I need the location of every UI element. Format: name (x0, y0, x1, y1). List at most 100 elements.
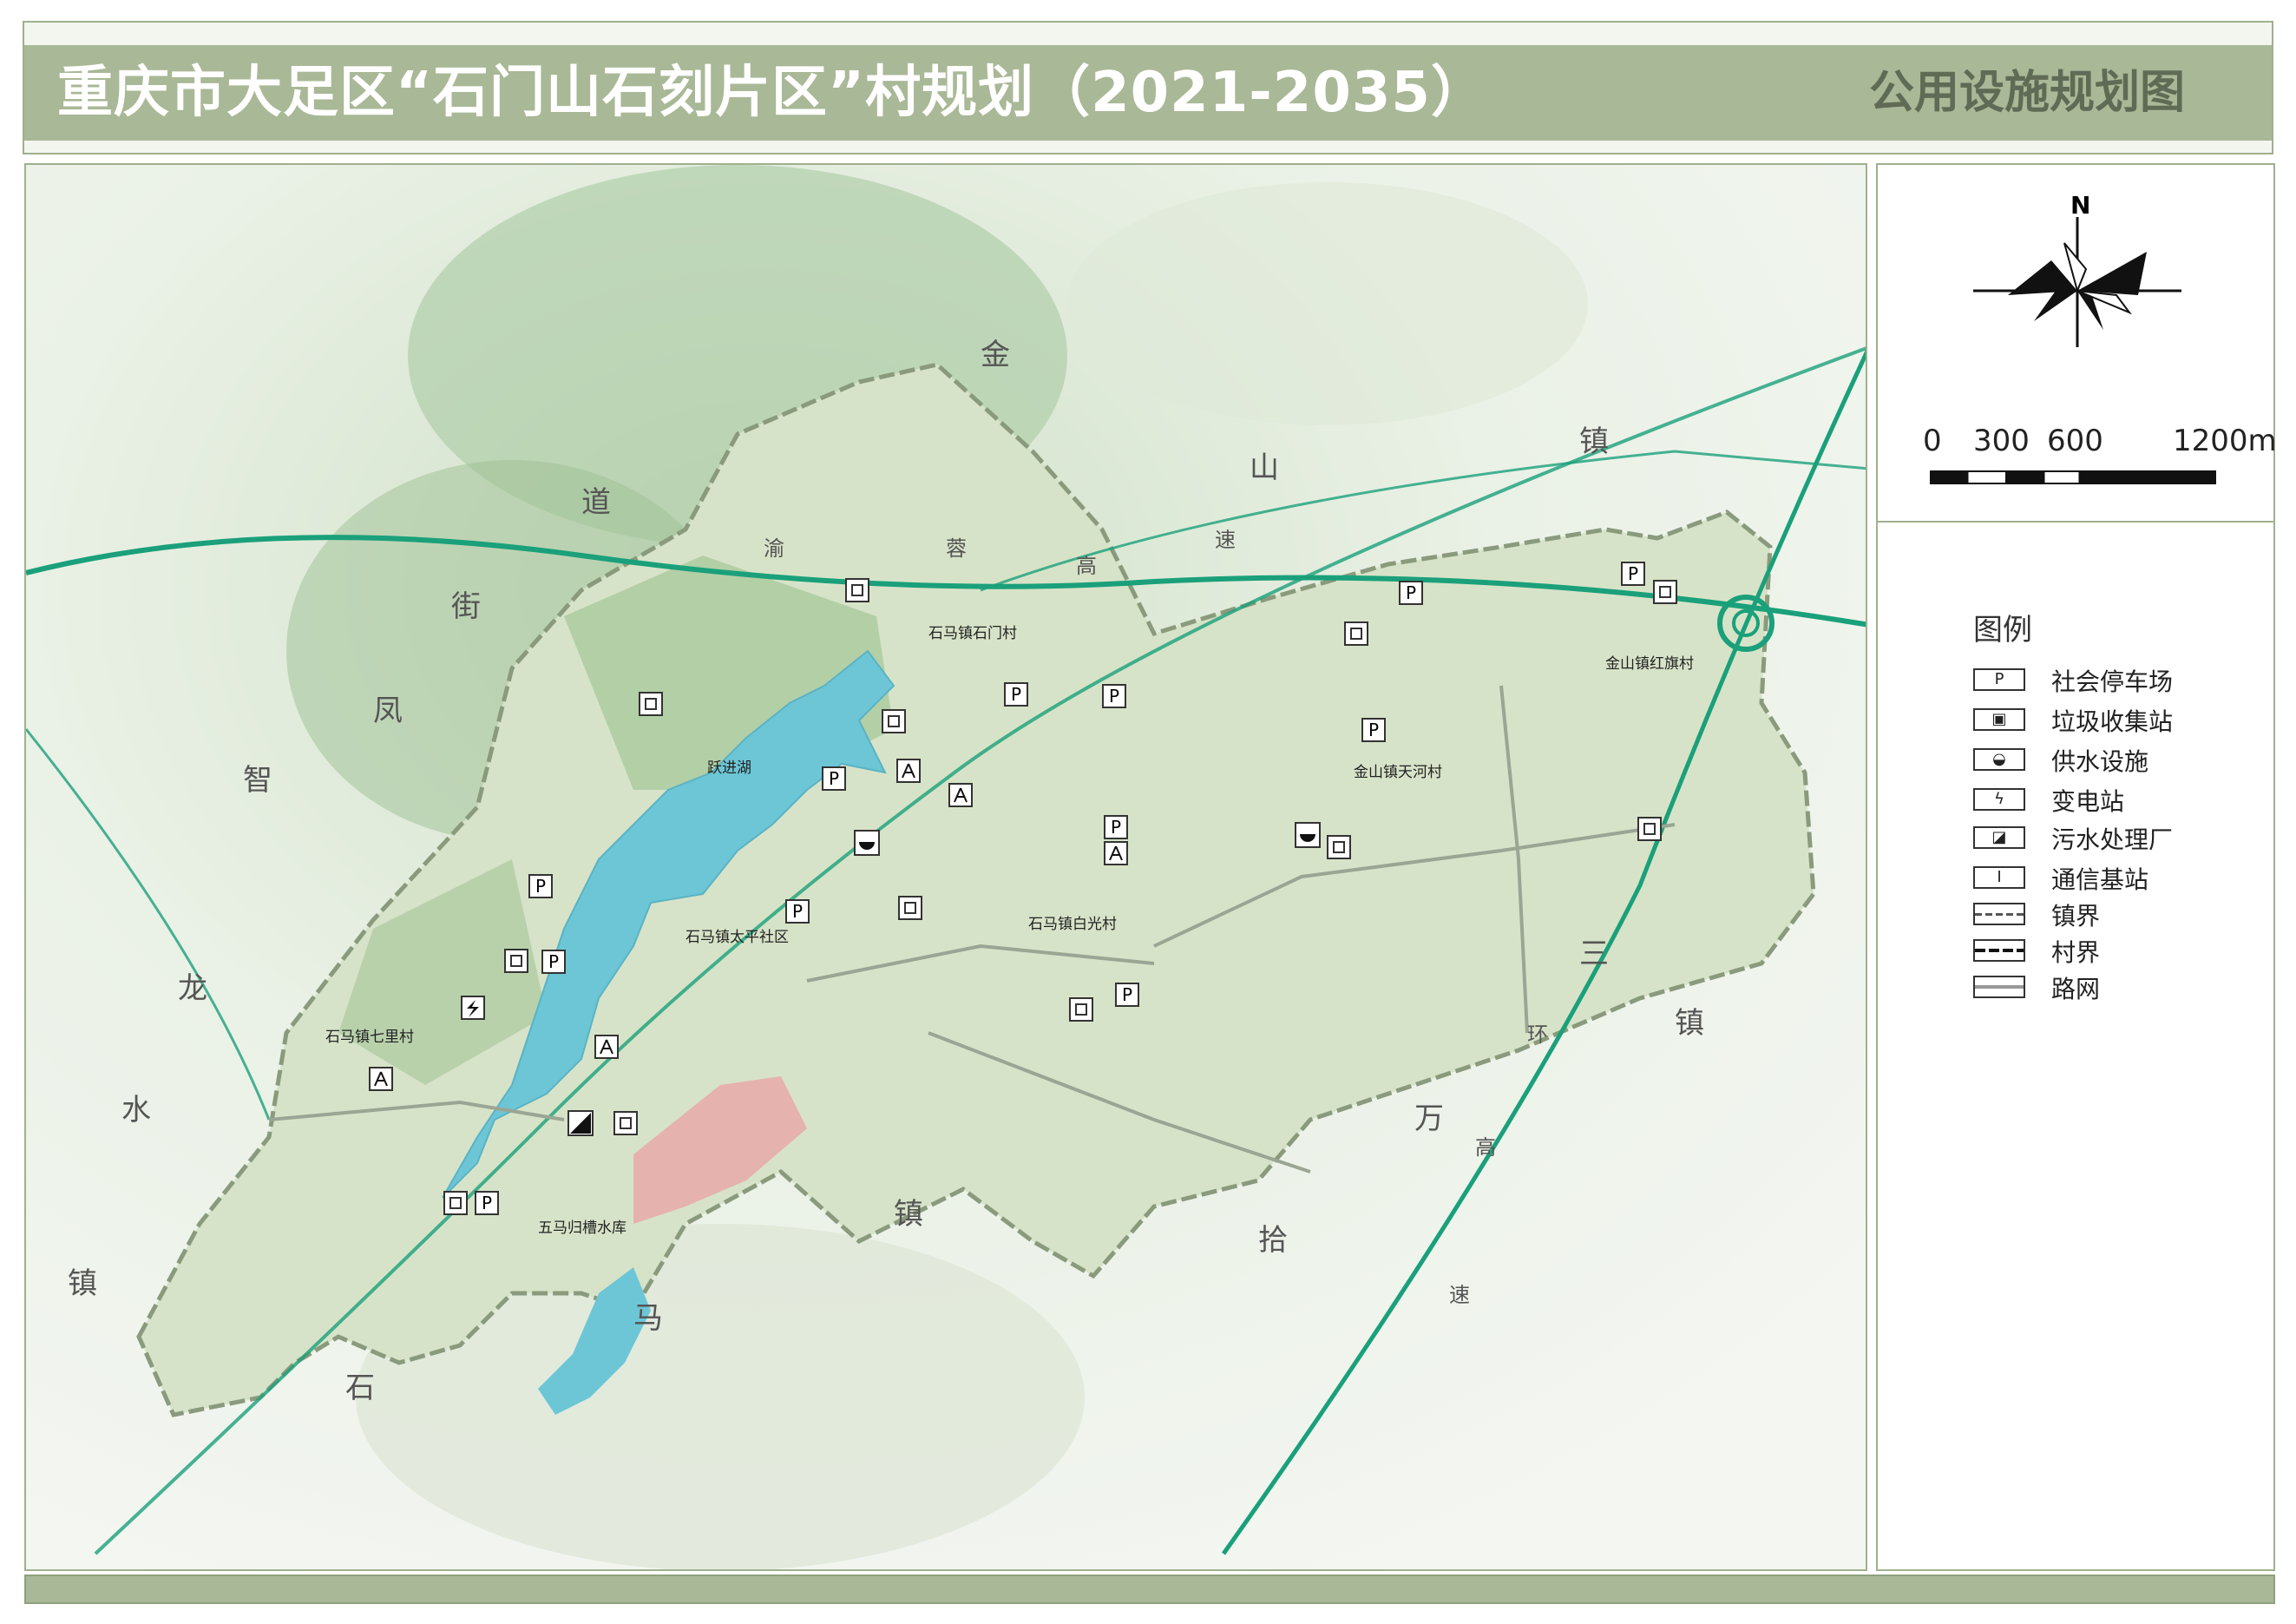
legend-label: 村界 (2051, 938, 2101, 967)
region-label: 马 (633, 1301, 663, 1336)
svg-text:P: P (1406, 582, 1416, 603)
legend-title: 图例 (1973, 613, 2032, 648)
region-label: 三 (1579, 937, 1609, 971)
town-boundary-icon (1973, 903, 2025, 925)
scale-bar (1930, 470, 2216, 484)
road-label: 速 (1449, 1283, 1470, 1307)
svg-text:P: P (792, 901, 803, 922)
region-label: 镇 (1675, 1006, 1704, 1041)
region-label: 镇 (68, 1266, 97, 1301)
sewage-plant-marker (567, 1110, 594, 1136)
region-label: 道 (581, 485, 611, 520)
water-supply-marker (854, 830, 880, 856)
region-label: 凤 (373, 694, 403, 728)
svg-text:P: P (1109, 686, 1119, 707)
region-label: 万 (1414, 1101, 1444, 1136)
legend-label: 污水处理厂 (2051, 825, 2174, 854)
trash-station-marker (882, 709, 906, 733)
legend-panel: 图例 P 社会停车场 ▣ 垃圾收集站 ◒ 供水设施 ϟ 变电站 ◪ 污水处理厂 … (1876, 523, 2275, 1571)
compass-scale-panel: N 0 300 600 1200m (1876, 163, 2277, 523)
trash-station-marker (613, 1111, 638, 1135)
sewage-plant-icon: ◪ (1973, 826, 2025, 849)
road-label: 速 (1215, 528, 1236, 552)
region-label: 山 (1250, 450, 1279, 485)
parking-marker: P (785, 899, 810, 924)
telecom-station-marker (594, 1035, 619, 1059)
telecom-station-marker (896, 759, 921, 783)
parking-marker: P (1361, 718, 1386, 742)
region-label: 镇 (894, 1197, 923, 1232)
water-supply-marker (1295, 822, 1321, 848)
road-label: 环 (1527, 1022, 1548, 1047)
parking-marker: P (822, 766, 846, 791)
village-label: 金山镇红旗村 (1605, 655, 1694, 673)
legend-label: 供水设施 (2051, 747, 2149, 776)
parking-marker: P (541, 950, 566, 974)
trash-station-marker (1344, 621, 1368, 646)
north-label: N (2070, 191, 2091, 220)
scale-label: 600 (2047, 424, 2103, 458)
legend-label: 变电站 (2051, 787, 2125, 816)
legend-label: 垃圾收集站 (2051, 707, 2174, 736)
region-label: 街 (451, 589, 481, 624)
telecom-station-marker (948, 783, 973, 807)
svg-text:P: P (1011, 684, 1021, 705)
svg-text:P: P (829, 768, 839, 789)
trash-station-marker (443, 1191, 468, 1215)
village-label: 石马镇白光村 (1028, 916, 1117, 933)
parking-icon: P (1973, 668, 2025, 691)
north-arrow-icon (1973, 217, 2181, 347)
telecom-station-marker (1104, 841, 1128, 865)
parking-marker: P (1104, 815, 1128, 839)
road-label: 蓉 (946, 536, 967, 561)
village-boundary-icon (1973, 939, 2025, 962)
scale-label: 0 (1923, 424, 1942, 458)
region-label: 水 (121, 1093, 151, 1128)
trash-station-marker (845, 578, 869, 602)
footer-bar (24, 1575, 2275, 1604)
trash-station-marker (1327, 835, 1351, 859)
trash-station-marker (898, 896, 922, 920)
substation-marker (461, 996, 485, 1020)
svg-text:P: P (548, 951, 559, 972)
svg-text:P: P (1628, 563, 1638, 584)
forest-hill (1067, 182, 1588, 425)
svg-text:P: P (1368, 720, 1379, 740)
parking-marker: P (1621, 562, 1645, 586)
map-subtitle: 公用设施规划图 (1868, 67, 2185, 119)
parking-marker: P (528, 874, 553, 898)
trash-station-marker (504, 949, 528, 973)
region-label: 金 (981, 338, 1010, 372)
trash-station-marker (1653, 580, 1677, 604)
parking-marker: P (475, 1191, 499, 1215)
region-label: 镇 (1579, 424, 1609, 459)
village-label: 石马镇太平社区 (686, 929, 789, 946)
scale-label: 300 (1973, 424, 2030, 458)
village-label: 五马归槽水库 (538, 1220, 626, 1237)
legend-label: 通信基站 (2051, 865, 2149, 894)
map-canvas[interactable]: 金 山 镇 道 街 凤 智 龙 水 镇 石 马 镇 拾 万 三 镇 环 高 速 … (24, 163, 1867, 1571)
water-supply-icon: ◒ (1973, 748, 2025, 771)
road-label: 高 (1475, 1135, 1496, 1160)
svg-text:P: P (1111, 817, 1121, 838)
region-label: 石 (345, 1371, 375, 1405)
telecom-station-icon: Ⅰ (1973, 866, 2025, 889)
title-bar: 重庆市大足区“石门山石刻片区”村规划（2021-2035） 公用设施规划图 (24, 45, 2272, 141)
scale-label: 1200m (2173, 424, 2277, 458)
trash-station-icon: ▣ (1973, 708, 2025, 731)
map-svg: 金 山 镇 道 街 凤 智 龙 水 镇 石 马 镇 拾 万 三 镇 环 高 速 … (26, 165, 1866, 1569)
region-label: 拾 (1258, 1223, 1288, 1258)
legend-label: 镇界 (2051, 902, 2101, 930)
parking-marker: P (1115, 983, 1139, 1007)
village-label: 跃进湖 (707, 759, 751, 777)
region-label: 智 (243, 763, 272, 798)
trash-station-marker (639, 692, 663, 716)
svg-text:P: P (1122, 984, 1132, 1005)
svg-text:P: P (482, 1193, 492, 1213)
road-label: 高 (1076, 554, 1097, 578)
parking-marker: P (1004, 682, 1028, 707)
legend-label: 社会停车场 (2051, 667, 2174, 696)
village-label: 金山镇天河村 (1354, 764, 1442, 781)
village-label: 石马镇石门村 (928, 625, 1017, 642)
parking-marker: P (1399, 581, 1423, 605)
